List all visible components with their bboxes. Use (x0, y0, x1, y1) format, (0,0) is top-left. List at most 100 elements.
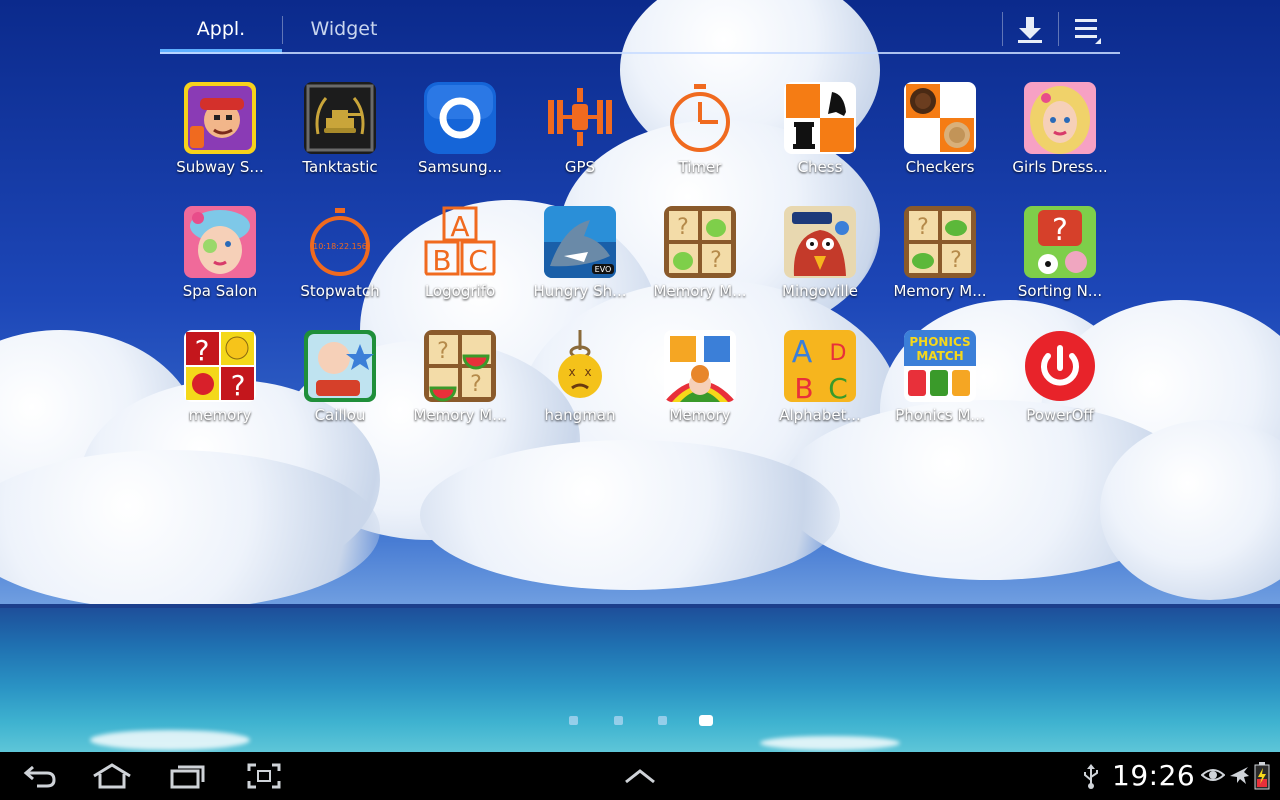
stopwatch-icon: 10:18:22.156 (304, 206, 376, 278)
subway-surfers-icon (184, 82, 256, 154)
app-gps[interactable]: GPS (520, 82, 640, 192)
app-label: Hungry Sh... (533, 282, 627, 300)
app-poweroff[interactable]: PowerOff (1000, 330, 1120, 440)
tab-underline (160, 52, 1120, 54)
wave-foam (90, 730, 250, 750)
app-label: Sorting N... (1017, 282, 1103, 300)
memory-frogs-icon: ? ? (904, 206, 976, 278)
status-clock: 19:26 (1112, 759, 1196, 792)
samsung-ring-icon (424, 82, 496, 154)
home-icon (93, 763, 131, 789)
header-divider (1058, 12, 1059, 46)
app-memory-aliens[interactable]: ? ? Memory M... (640, 206, 760, 316)
svg-text:C: C (828, 372, 848, 402)
up-arrow-icon (625, 769, 655, 784)
app-alphabet[interactable]: A D B C Alphabet... (760, 330, 880, 440)
svg-text:?: ? (231, 369, 246, 402)
abc-blocks-icon: A B C (424, 206, 496, 278)
page-dot[interactable] (658, 716, 667, 725)
svg-text:?: ? (710, 248, 722, 273)
app-memory[interactable]: ? ? memory (160, 330, 280, 440)
stopwatch-icon (664, 82, 736, 154)
memory-question-icon: ? ? (184, 330, 256, 402)
cloud (420, 440, 840, 590)
app-label: Stopwatch (300, 282, 380, 300)
app-hangman[interactable]: x x hangman (520, 330, 640, 440)
app-tanktastic[interactable]: Tanktastic (280, 82, 400, 192)
app-label: Subway S... (176, 158, 264, 176)
back-button[interactable] (12, 756, 68, 796)
svg-text:x: x (584, 365, 591, 379)
app-chess[interactable]: Chess (760, 82, 880, 192)
phonics-match-icon: PHONICS MATCH (904, 330, 976, 402)
app-memory-watermelon[interactable]: ? ? Memory M... (400, 330, 520, 440)
app-label: Memory M... (413, 406, 507, 424)
app-label: Logogrifo (424, 282, 496, 300)
app-logogrifo[interactable]: A B C Logogrifo (400, 206, 520, 316)
menu-button[interactable] (1062, 10, 1114, 50)
back-icon (23, 765, 56, 788)
screenshot-icon (247, 763, 281, 789)
app-checkers[interactable]: Checkers (880, 82, 1000, 192)
app-subway-surfers[interactable]: Subway S... (160, 82, 280, 192)
shark-icon: EVO (544, 206, 616, 278)
all-apps-up-button[interactable] (612, 756, 668, 796)
app-timer[interactable]: Timer (640, 82, 760, 192)
app-stopwatch[interactable]: 10:18:22.156 Stopwatch (280, 206, 400, 316)
app-caillou[interactable]: Caillou (280, 330, 400, 440)
app-hungry-shark[interactable]: EVO Hungry Sh... (520, 206, 640, 316)
svg-text:MATCH: MATCH (916, 349, 963, 363)
menu-icon (1075, 19, 1101, 44)
app-label: Mingoville (782, 282, 858, 300)
svg-text:10:18:22.156: 10:18:22.156 (313, 242, 367, 251)
svg-text:B: B (432, 244, 451, 277)
svg-text:A: A (792, 335, 813, 370)
app-label: Caillou (314, 406, 366, 424)
app-memory-frogs[interactable]: ? ? Memory M... (880, 206, 1000, 316)
screenshot-button[interactable] (236, 756, 292, 796)
svg-text:EVO: EVO (595, 265, 612, 274)
eye-icon (1200, 766, 1226, 788)
app-phonics-match[interactable]: PHONICS MATCH Phonics M... (880, 330, 1000, 440)
home-button[interactable] (84, 756, 140, 796)
app-label: Alphabet... (779, 406, 861, 424)
app-label: Chess (797, 158, 843, 176)
tab-widget[interactable]: Widget (284, 8, 404, 52)
svg-text:?: ? (195, 334, 210, 367)
app-label: Memory (669, 406, 731, 424)
memory-aliens-icon: ? ? (664, 206, 736, 278)
svg-text:?: ? (950, 248, 962, 273)
tanktastic-icon (304, 82, 376, 154)
app-label: Checkers (905, 158, 975, 176)
tab-apps[interactable]: Appl. (160, 8, 282, 54)
app-drawer-tabs: Appl. Widget (160, 8, 1120, 54)
svg-text:?: ? (437, 339, 449, 364)
svg-text:PHONICS: PHONICS (909, 335, 970, 349)
app-spa-salon[interactable]: Spa Salon (160, 206, 280, 316)
alphabet-icon: A D B C (784, 330, 856, 402)
svg-text:B: B (794, 372, 813, 402)
power-icon (1024, 330, 1096, 402)
girl-dressup-icon (1024, 82, 1096, 154)
page-dot[interactable] (569, 716, 578, 725)
app-mingoville[interactable]: Mingoville (760, 206, 880, 316)
app-memory-kids[interactable]: Memory (640, 330, 760, 440)
svg-text:C: C (468, 244, 488, 277)
download-button[interactable] (1004, 10, 1056, 50)
app-label: PowerOff (1026, 406, 1094, 424)
spa-salon-icon (184, 206, 256, 278)
app-sorting[interactable]: ? Sorting N... (1000, 206, 1120, 316)
app-label: hangman (544, 406, 616, 424)
page-dot-current[interactable] (699, 715, 713, 726)
recent-apps-button[interactable] (160, 756, 216, 796)
page-dot[interactable] (614, 716, 623, 725)
chess-icon (784, 82, 856, 154)
app-girls-dress-up[interactable]: Girls Dress... (1000, 82, 1120, 192)
app-samsung[interactable]: Samsung... (400, 82, 520, 192)
memory-watermelon-icon: ? ? (424, 330, 496, 402)
navigation-bar: 19:26 (0, 752, 1280, 800)
airplane-icon (1228, 764, 1250, 790)
usb-icon (1082, 764, 1100, 794)
svg-text:?: ? (470, 372, 482, 397)
hangman-icon: x x (544, 330, 616, 402)
